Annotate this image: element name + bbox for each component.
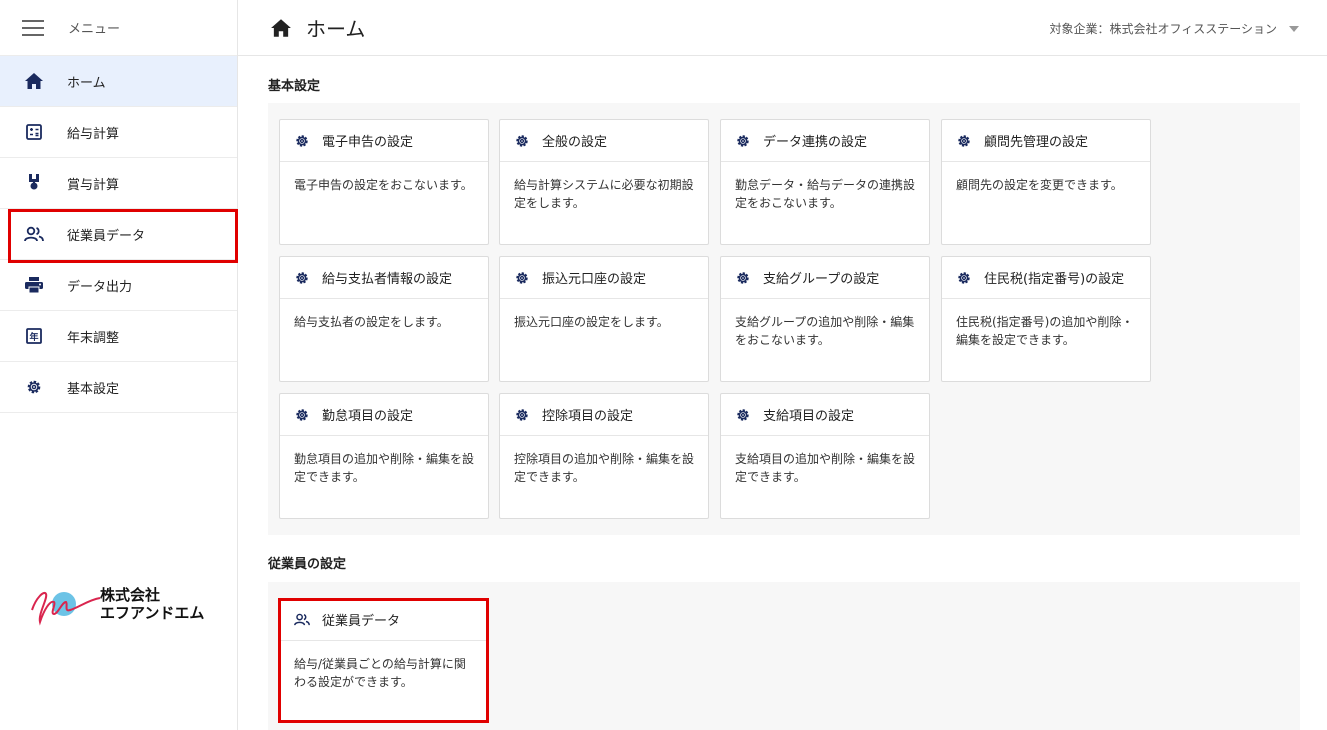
section-title-basic: 基本設定 [268,79,321,94]
gear-icon [514,133,530,149]
logo-line2: エフアンドエム [100,604,205,622]
sidebar-item-label: 従業員データ [67,228,146,244]
card-title: 顧問先管理の設定 [984,135,1089,150]
card-header: 顧問先管理の設定 [942,120,1150,162]
sidebar-item-label: データ出力 [67,279,133,295]
gear-icon [294,270,310,286]
card-description: 支給項目の追加や削除・編集を設定できます。 [735,452,916,484]
settings-card[interactable]: 振込元口座の設定振込元口座の設定をします。 [499,256,709,382]
card-description: 給与支払者の設定をします。 [294,315,449,329]
logo-mark-icon [31,592,101,626]
card-header: 勤怠項目の設定 [280,394,488,436]
card-title: 振込元口座の設定 [542,272,647,287]
card-header: 電子申告の設定 [280,120,488,162]
home-icon [271,18,291,37]
settings-card[interactable]: 給与支払者情報の設定給与支払者の設定をします。 [279,256,489,382]
gear-icon [24,377,44,397]
card-title: 住民税(指定番号)の設定 [984,272,1125,287]
gear-icon [294,133,310,149]
year-end-icon: 年 [24,326,44,346]
gear-icon [956,133,972,149]
card-header: 支給項目の設定 [721,394,929,436]
card-description: 支給グループの追加や削除・編集をおこないます。 [735,315,915,347]
people-icon [24,224,44,244]
settings-card[interactable]: 勤怠項目の設定勤怠項目の追加や削除・編集を設定できます。 [279,393,489,519]
printer-icon [24,275,44,295]
logo-line1: 株式会社 [100,586,161,604]
card-description: 住民税(指定番号)の追加や削除・編集を設定できます。 [956,315,1134,347]
card-title: 給与支払者情報の設定 [322,272,453,287]
people-icon [294,612,310,628]
page-header: ホーム 対象企業：株式会社オフィスステーション [238,0,1327,56]
sidebar-item-label: 給与計算 [67,126,120,142]
card-description: 給与計算システムに必要な初期設定をします。 [514,178,694,210]
card-title: 支給項目の設定 [763,409,855,424]
card-description: 電子申告の設定をおこないます。 [294,178,473,192]
card-header: 住民税(指定番号)の設定 [942,257,1150,299]
sidebar-item-label: 賞与計算 [67,177,120,193]
sidebar-item-label: ホーム [67,75,106,91]
card-title: 電子申告の設定 [322,135,414,150]
sidebar-item-payroll[interactable]: 給与計算 [0,107,237,158]
settings-card[interactable]: 電子申告の設定電子申告の設定をおこないます。 [279,119,489,245]
sidebar: メニュー ホーム 給与計算 賞与計算 従業員データ データ出力 年 年末調整 基… [0,0,238,730]
card-header: 振込元口座の設定 [500,257,708,299]
card-header: 給与支払者情報の設定 [280,257,488,299]
card-header: 全般の設定 [500,120,708,162]
card-header: データ連携の設定 [721,120,929,162]
bonus-icon [24,173,44,193]
card-title: 従業員データ [322,614,401,629]
page-title: ホーム [306,17,366,41]
gear-icon [294,407,310,423]
settings-card[interactable]: データ連携の設定勤怠データ・給与データの連携設定をおこないます。 [720,119,930,245]
card-title: 支給グループの設定 [763,272,880,287]
card-description: 給与/従業員ごとの給与計算に関わる設定ができます。 [294,657,466,689]
card-header: 従業員データ [280,599,488,641]
logo-company-name: 株式会社 エフアンドエム [100,586,204,622]
gear-icon [735,407,751,423]
company-logo: 株式会社 エフアンドエム [26,580,221,630]
sidebar-item-label: 年末調整 [67,330,120,346]
card-title: 控除項目の設定 [542,409,634,424]
card-description: 控除項目の追加や削除・編集を設定できます。 [514,452,695,484]
card-title: データ連携の設定 [763,135,868,150]
menu-header: メニュー [0,0,237,56]
sidebar-item-basic-settings[interactable]: 基本設定 [0,362,237,413]
hamburger-icon[interactable] [22,19,44,36]
target-company-selector[interactable]: 対象企業：株式会社オフィスステーション [1049,20,1277,37]
settings-card[interactable]: 全般の設定給与計算システムに必要な初期設定をします。 [499,119,709,245]
card-header: 控除項目の設定 [500,394,708,436]
card-description: 勤怠項目の追加や削除・編集を設定できます。 [294,452,475,484]
menu-label: メニュー [68,22,121,37]
card-title: 勤怠項目の設定 [322,409,414,424]
gear-icon [956,270,972,286]
settings-card[interactable]: 支給グループの設定支給グループの追加や削除・編集をおこないます。 [720,256,930,382]
card-header: 支給グループの設定 [721,257,929,299]
card-description: 顧問先の設定を変更できます。 [956,178,1123,192]
sidebar-item-data-output[interactable]: データ出力 [0,260,237,311]
settings-card[interactable]: 住民税(指定番号)の設定住民税(指定番号)の追加や削除・編集を設定できます。 [941,256,1151,382]
gear-icon [514,270,530,286]
settings-card[interactable]: 顧問先管理の設定顧問先の設定を変更できます。 [941,119,1151,245]
calculator-icon [24,122,44,142]
home-icon [24,71,44,91]
settings-card[interactable]: 従業員データ給与/従業員ごとの給与計算に関わる設定ができます。 [279,598,489,722]
sidebar-item-bonus[interactable]: 賞与計算 [0,158,237,209]
chevron-down-icon[interactable] [1289,26,1299,32]
sidebar-item-year-end[interactable]: 年 年末調整 [0,311,237,362]
gear-icon [514,407,530,423]
sidebar-item-label: 基本設定 [67,381,120,397]
section-title-employee: 従業員の設定 [268,557,347,572]
settings-card[interactable]: 控除項目の設定控除項目の追加や削除・編集を設定できます。 [499,393,709,519]
sidebar-item-home[interactable]: ホーム [0,56,237,107]
settings-card[interactable]: 支給項目の設定支給項目の追加や削除・編集を設定できます。 [720,393,930,519]
sidebar-item-employee-data[interactable]: 従業員データ [0,209,237,260]
gear-icon [735,133,751,149]
card-title: 全般の設定 [542,135,608,150]
svg-text:年: 年 [29,331,38,343]
gear-icon [735,270,751,286]
card-description: 勤怠データ・給与データの連携設定をおこないます。 [735,178,916,210]
card-description: 振込元口座の設定をします。 [514,315,669,329]
